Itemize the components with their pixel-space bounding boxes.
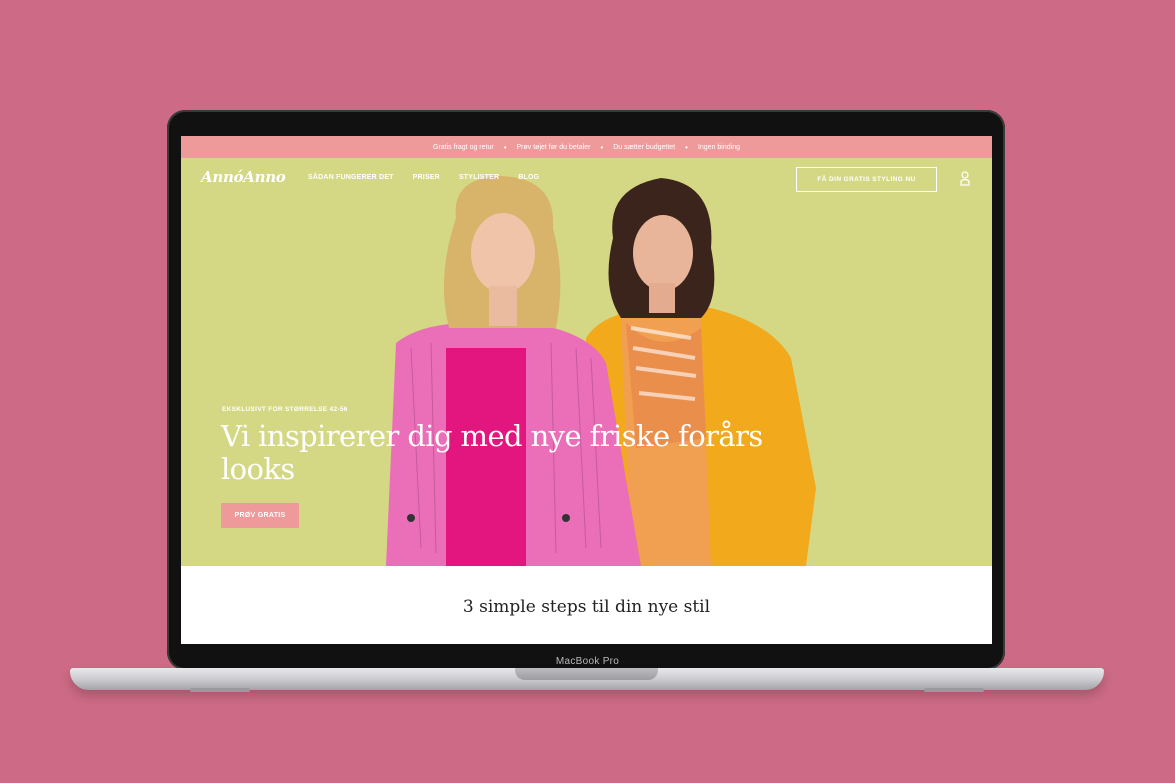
hero-section: AnnóAnno SÅDAN FUNGERER DET PRISER STYLI… xyxy=(181,158,992,566)
browser-screen: Gratis fragt og retur • Prøv tøjet før d… xyxy=(181,136,992,644)
nav-item-stylists[interactable]: STYLISTER xyxy=(459,174,499,181)
hero-eyebrow: EKSKLUSIVT FOR STØRRELSE 42-56 xyxy=(222,406,348,413)
steps-title: 3 simple steps til din nye stil xyxy=(462,597,711,617)
usp-item: Du sætter budgettet xyxy=(613,143,676,151)
hero-headline: Vi inspirerer dig med nye friske forårs … xyxy=(221,419,763,486)
laptop-foot xyxy=(924,688,984,692)
free-styling-button[interactable]: FÅ DIN GRATIS STYLING NU xyxy=(796,167,937,192)
usp-item: Prøv tøjet før du betaler xyxy=(516,143,591,151)
hero-photo xyxy=(386,176,816,566)
nav-item-how-it-works[interactable]: SÅDAN FUNGERER DET xyxy=(308,174,394,181)
nav-links: SÅDAN FUNGERER DET PRISER STYLISTER BLOG xyxy=(308,174,539,181)
bullet-icon: • xyxy=(503,142,507,152)
user-icon[interactable] xyxy=(959,170,971,186)
laptop-foot xyxy=(190,688,250,692)
logo[interactable]: AnnóAnno xyxy=(201,168,286,186)
device-label: MacBook Pro xyxy=(555,656,620,667)
nav-item-prices[interactable]: PRISER xyxy=(413,174,440,181)
laptop-base xyxy=(70,668,1104,692)
steps-section: 3 simple steps til din nye stil xyxy=(181,566,992,644)
nav-item-blog[interactable]: BLOG xyxy=(518,174,539,181)
try-free-button[interactable]: PRØV GRATIS xyxy=(221,503,299,528)
usp-item: Ingen binding xyxy=(697,143,740,151)
bullet-icon: • xyxy=(685,142,688,152)
trackpad-notch xyxy=(515,668,658,680)
main-nav: AnnóAnno SÅDAN FUNGERER DET PRISER STYLI… xyxy=(181,158,992,198)
model-left xyxy=(386,176,641,566)
usp-bar: Gratis fragt og retur • Prøv tøjet før d… xyxy=(181,136,992,158)
bullet-icon: • xyxy=(600,142,604,152)
usp-item: Gratis fragt og retur xyxy=(433,143,494,151)
